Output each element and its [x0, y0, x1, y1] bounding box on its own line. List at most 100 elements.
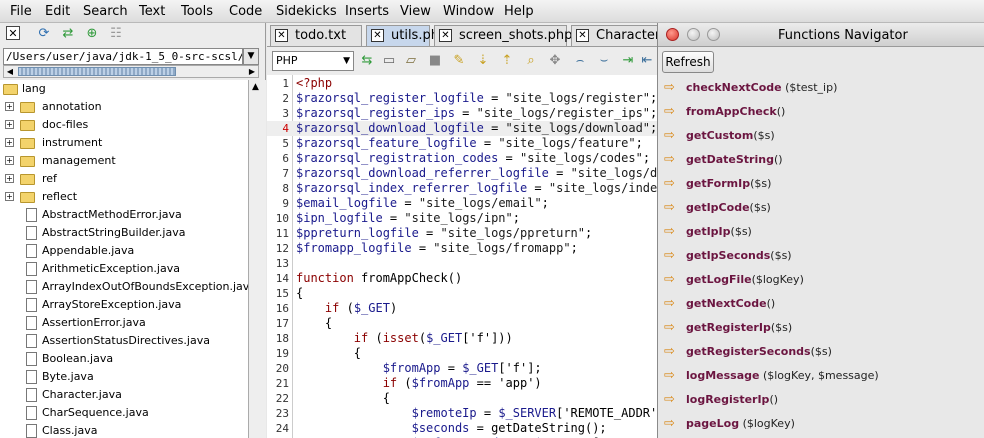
- reload-icon[interactable]: ⇆: [359, 53, 375, 69]
- tree-file-item[interactable]: Byte.java: [0, 368, 248, 386]
- chevron-down-icon[interactable]: ▼: [243, 48, 259, 65]
- code-area[interactable]: 1 <?php 2 $razorsql_register_logfile = "sit…: [267, 75, 657, 438]
- tools-icon[interactable]: ✥: [547, 53, 563, 69]
- tab-2[interactable]: ✕ screen_shots.php: [434, 25, 572, 46]
- indent-icon[interactable]: ⇥: [620, 53, 636, 69]
- tree-file-item[interactable]: ArrayStoreException.java: [0, 296, 248, 314]
- tab-0[interactable]: ✕ todo.txt: [270, 25, 362, 46]
- menu-sidekicks[interactable]: Sidekicks: [276, 4, 337, 19]
- function-item[interactable]: ⇨ getIpIp($s): [662, 220, 982, 244]
- tree-folder-item[interactable]: + annotation: [0, 98, 248, 116]
- navigator-title-bar[interactable]: Functions Navigator: [658, 23, 984, 47]
- wand-icon[interactable]: ✎: [451, 53, 467, 69]
- expand-icon[interactable]: +: [5, 102, 14, 111]
- tree-file-item[interactable]: CharSequence.java: [0, 404, 248, 422]
- brace-open-icon[interactable]: ⌢: [572, 53, 588, 69]
- menu-code[interactable]: Code: [229, 4, 262, 19]
- function-item[interactable]: ⇨ logMessage ($logKey, $message): [662, 364, 982, 388]
- arrow-down-icon[interactable]: ⇣: [475, 53, 491, 69]
- tree-file-item[interactable]: Boolean.java: [0, 350, 248, 368]
- function-item[interactable]: ⇨ fromAppCheck(): [662, 100, 982, 124]
- tree-folder-item[interactable]: + doc-files: [0, 116, 248, 134]
- tree-folder-item[interactable]: + ref: [0, 170, 248, 188]
- edit-mode-label: PHP: [276, 54, 298, 67]
- window-minimize-icon[interactable]: [687, 28, 700, 41]
- code-line: 13: [267, 256, 657, 271]
- close-icon[interactable]: ✕: [6, 26, 20, 40]
- function-item[interactable]: ⇨ getFormIp($s): [662, 172, 982, 196]
- tree-folder-item[interactable]: + management: [0, 152, 248, 170]
- search-icon[interactable]: ⌕: [523, 53, 539, 69]
- bookmarks-icon[interactable]: ☷: [108, 26, 124, 42]
- menu-text[interactable]: Text: [139, 4, 165, 19]
- tree-file-item[interactable]: AssertionStatusDirectives.java: [0, 332, 248, 350]
- expand-icon[interactable]: +: [5, 174, 14, 183]
- tree-file-item[interactable]: Class.java: [0, 422, 248, 438]
- tree-folder-item[interactable]: + instrument: [0, 134, 248, 152]
- tree-file-item[interactable]: AbstractMethodError.java: [0, 206, 248, 224]
- function-item[interactable]: ⇨ getRegisterIp($s): [662, 316, 982, 340]
- outdent-icon[interactable]: ⇤: [639, 53, 655, 69]
- function-item[interactable]: ⇨ getNextCode(): [662, 292, 982, 316]
- path-field[interactable]: /Users/user/java/jdk-1_5_0-src-scsl/j2se: [3, 48, 243, 65]
- refresh-browser-icon[interactable]: ⟳: [36, 26, 52, 42]
- close-icon[interactable]: ✕: [439, 29, 452, 42]
- tree-item-label: Appendable.java: [42, 244, 135, 257]
- function-item[interactable]: ⇨ getCustom($s): [662, 124, 982, 148]
- expand-icon[interactable]: +: [5, 138, 14, 147]
- window-close-icon[interactable]: [666, 28, 679, 41]
- function-item[interactable]: ⇨ getIpSeconds($s): [662, 244, 982, 268]
- refresh-button[interactable]: Refresh: [662, 51, 714, 73]
- vertical-scrollbar[interactable]: ▲: [248, 80, 266, 438]
- close-icon[interactable]: ✕: [371, 29, 384, 42]
- menu-help[interactable]: Help: [504, 4, 534, 19]
- code-text: if (isset($_GET['f'])): [353, 331, 513, 345]
- scroll-up-icon[interactable]: ▲: [252, 82, 259, 92]
- tree-file-item[interactable]: AssertionError.java: [0, 314, 248, 332]
- tree-file-item[interactable]: ArithmeticException.java: [0, 260, 248, 278]
- tab-3[interactable]: ✕ Character.: [571, 25, 663, 46]
- arrow-up-icon[interactable]: ⇡: [499, 53, 515, 69]
- function-item[interactable]: ⇨ logRegisterIp(): [662, 388, 982, 412]
- menu-inserts[interactable]: Inserts: [345, 4, 389, 19]
- tree-file-item[interactable]: Character.java: [0, 386, 248, 404]
- edit-mode-select[interactable]: PHP ▼: [272, 51, 354, 71]
- menu-file[interactable]: File: [10, 4, 32, 19]
- open-file-icon[interactable]: ▱: [403, 53, 419, 69]
- function-item[interactable]: ⇨ getIpCode($s): [662, 196, 982, 220]
- horizontal-scrollbar[interactable]: ◀ ▶: [3, 65, 259, 78]
- window-zoom-icon[interactable]: [707, 28, 720, 41]
- function-item[interactable]: ⇨ pageLog ($logKey): [662, 412, 982, 436]
- menu-search[interactable]: Search: [83, 4, 128, 19]
- menu-view[interactable]: View: [400, 4, 431, 19]
- menu-edit[interactable]: Edit: [45, 4, 70, 19]
- function-item[interactable]: ⇨ getDateString(): [662, 148, 982, 172]
- scroll-right-icon[interactable]: ▶: [246, 66, 258, 77]
- save-icon[interactable]: ■: [427, 53, 443, 69]
- menu-window[interactable]: Window: [443, 4, 494, 19]
- tree-folder-item[interactable]: lang: [0, 80, 248, 98]
- menu-tools[interactable]: Tools: [181, 4, 213, 19]
- expand-icon[interactable]: +: [5, 120, 14, 129]
- expand-icon[interactable]: +: [5, 156, 14, 165]
- code-text: $ipn_logfile = "site_logs/ipn";: [296, 211, 520, 225]
- function-name-text: getIpIp: [686, 225, 731, 238]
- tree-file-item[interactable]: Appendable.java: [0, 242, 248, 260]
- new-file-icon[interactable]: ▭: [381, 53, 397, 69]
- brace-close-icon[interactable]: ⌣: [596, 53, 612, 69]
- tree-folder-item[interactable]: + reflect: [0, 188, 248, 206]
- function-item[interactable]: ⇨ getRegisterSeconds($s): [662, 340, 982, 364]
- tree-item-label: AssertionStatusDirectives.java: [42, 334, 210, 347]
- close-icon[interactable]: ✕: [576, 29, 589, 42]
- close-icon[interactable]: ✕: [275, 29, 288, 42]
- scroll-thumb[interactable]: [18, 67, 176, 76]
- tab-1[interactable]: ✕ utils.php: [366, 25, 447, 46]
- sync-icon[interactable]: ⇄: [60, 26, 76, 42]
- expand-icon[interactable]: +: [5, 192, 14, 201]
- function-item[interactable]: ⇨ getLogFile($logKey): [662, 268, 982, 292]
- new-folder-icon[interactable]: ⊕: [84, 26, 100, 42]
- scroll-left-icon[interactable]: ◀: [4, 66, 16, 77]
- tree-file-item[interactable]: AbstractStringBuilder.java: [0, 224, 248, 242]
- tree-file-item[interactable]: ArrayIndexOutOfBoundsException.java: [0, 278, 248, 296]
- function-item[interactable]: ⇨ checkNextCode ($test_ip): [662, 76, 982, 100]
